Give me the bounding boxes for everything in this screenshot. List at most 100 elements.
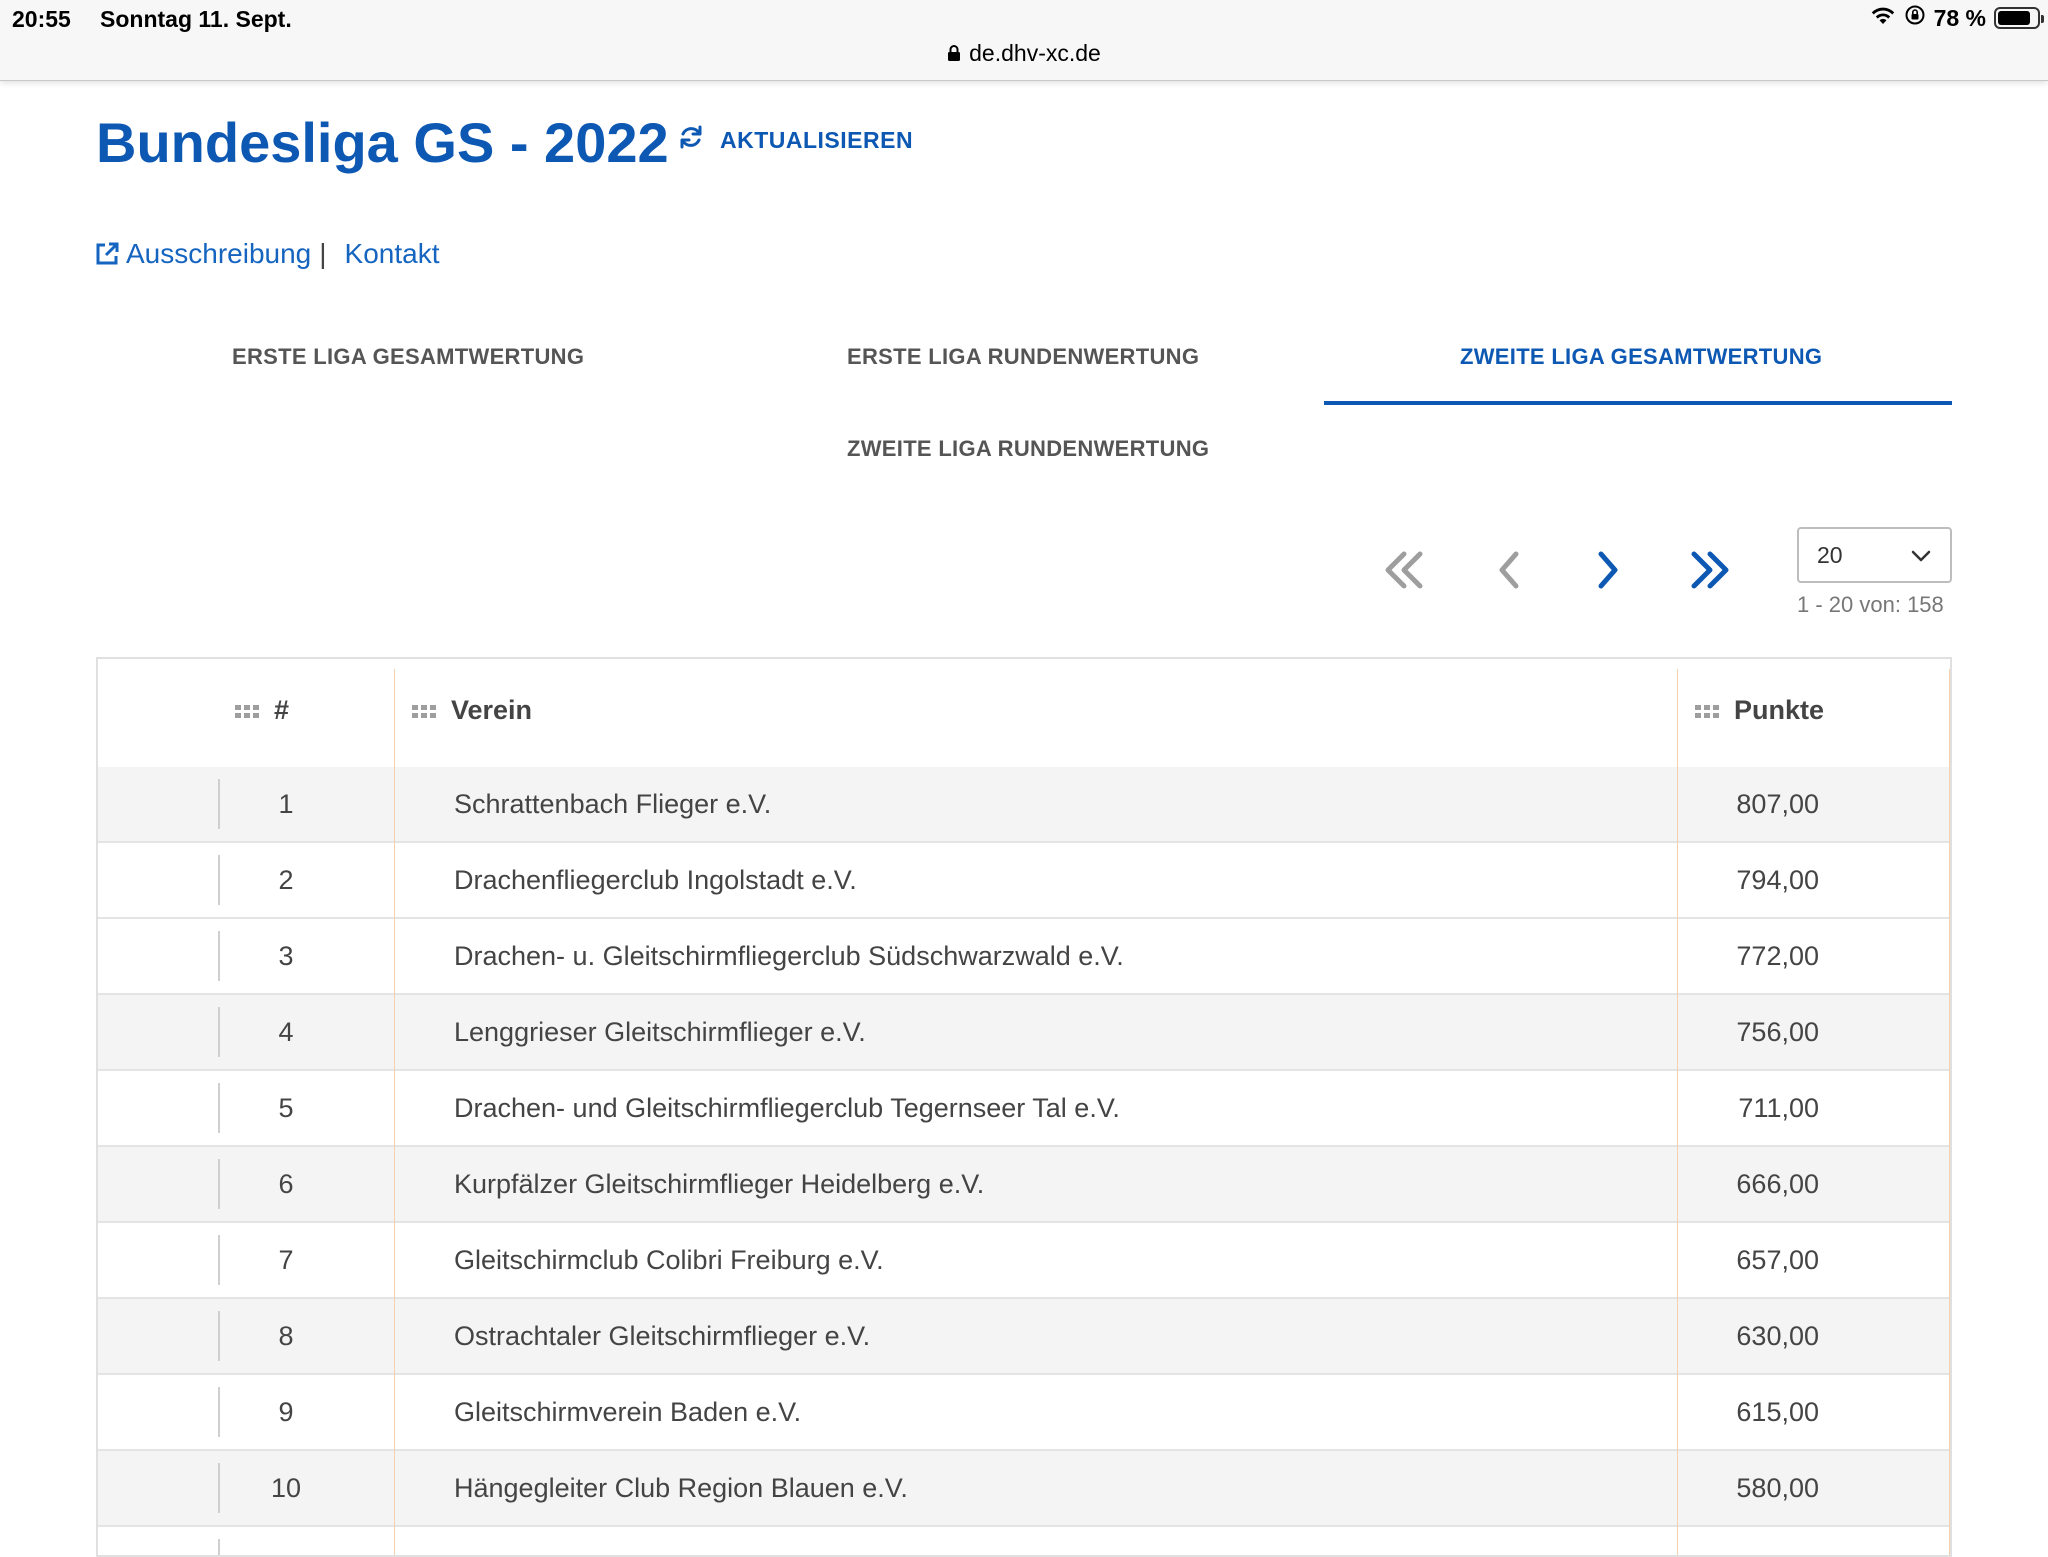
next-page-button[interactable] [1591, 548, 1623, 597]
battery-icon [1994, 7, 2044, 29]
status-indicators: 78 % [1870, 4, 2044, 32]
club-cell: Drachen- und Gleitschirmfliegerclub Tege… [454, 1093, 1120, 1123]
table-row[interactable]: 7 Gleitschirmclub Colibri Freiburg e.V. … [98, 1223, 1950, 1299]
double-chevron-left-icon [1385, 551, 1423, 589]
column-header-points-label: Punkte [1734, 695, 1825, 725]
url-text: de.dhv-xc.de [969, 40, 1101, 66]
rank-cell: 7 [278, 1245, 294, 1275]
orientation-lock-icon [1904, 4, 1926, 32]
previous-page-button[interactable] [1494, 548, 1526, 597]
table-body: 1 Schrattenbach Flieger e.V. 807,00 2 Dr… [98, 767, 1950, 1555]
rank-cell: 8 [278, 1321, 294, 1351]
address-bar[interactable]: de.dhv-xc.de [0, 40, 2048, 68]
status-time: 20:55 [12, 6, 71, 32]
table-row[interactable]: 5 Drachen- und Gleitschirmfliegerclub Te… [98, 1071, 1950, 1147]
table-row[interactable]: 9 Gleitschirmverein Baden e.V. 615,00 [98, 1375, 1950, 1451]
refresh-icon [678, 124, 704, 156]
page-size-select[interactable]: 20 [1797, 527, 1952, 583]
drag-handle-icon[interactable] [234, 703, 260, 719]
column-header-club[interactable]: Verein [411, 695, 532, 726]
page-title: Bundesliga GS - 2022 [96, 111, 669, 174]
refresh-label: AKTUALISIEREN [720, 126, 914, 153]
contact-link[interactable]: Kontakt [345, 238, 440, 270]
rank-cell: 9 [278, 1397, 294, 1427]
column-divider [394, 669, 395, 767]
table-row-partial[interactable] [98, 1527, 1950, 1555]
row-handle [218, 1311, 220, 1361]
row-handle [218, 1539, 220, 1555]
row-handle [218, 1159, 220, 1209]
row-handle [218, 1083, 220, 1133]
rank-cell: 10 [270, 1473, 302, 1503]
tab-zweite-liga-gesamtwertung[interactable]: ZWEITE LIGA GESAMTWERTUNG [1460, 344, 1822, 370]
table-row[interactable]: 10 Hängegleiter Club Region Blauen e.V. … [98, 1451, 1950, 1527]
lock-icon [947, 41, 961, 68]
tab-erste-liga-rundenwertung[interactable]: ERSTE LIGA RUNDENWERTUNG [847, 344, 1199, 370]
chevron-down-icon [1910, 542, 1932, 569]
club-cell: Lenggrieser Gleitschirmflieger e.V. [454, 1017, 866, 1047]
row-handle [218, 931, 220, 981]
column-header-club-label: Verein [451, 695, 533, 725]
ranking-table: # Verein Punkte 1 Schrattenbach Flieger … [96, 657, 1952, 1557]
link-separator: | [319, 238, 327, 269]
table-row[interactable]: 2 Drachenfliegerclub Ingolstadt e.V. 794… [98, 843, 1950, 919]
club-cell: Drachen- u. Gleitschirmfliegerclub Südsc… [454, 941, 1124, 971]
row-handle [218, 779, 220, 829]
rank-cell: 3 [278, 941, 294, 971]
table-row[interactable]: 4 Lenggrieser Gleitschirmflieger e.V. 75… [98, 995, 1950, 1071]
table-row[interactable]: 6 Kurpfälzer Gleitschirmflieger Heidelbe… [98, 1147, 1950, 1223]
club-cell: Drachenfliegerclub Ingolstadt e.V. [454, 865, 857, 895]
column-header-rank[interactable]: # [234, 695, 289, 726]
club-cell: Gleitschirmverein Baden e.V. [454, 1397, 802, 1427]
drag-handle-icon[interactable] [1694, 703, 1720, 719]
status-date: Sonntag 11. Sept. [100, 6, 292, 32]
points-cell: 807,00 [1736, 789, 1819, 819]
column-header-points[interactable]: Punkte [1694, 695, 1824, 726]
announcement-link[interactable]: Ausschreibung [126, 238, 311, 270]
tab-zweite-liga-rundenwertung[interactable]: ZWEITE LIGA RUNDENWERTUNG [847, 436, 1209, 462]
column-divider [1677, 669, 1678, 767]
points-cell: 630,00 [1736, 1321, 1819, 1351]
chevron-right-icon [1598, 551, 1618, 589]
club-cell: Kurpfälzer Gleitschirmflieger Heidelberg… [454, 1169, 985, 1199]
rank-cell: 1 [278, 789, 294, 819]
row-handle [218, 1235, 220, 1285]
drag-handle-icon[interactable] [411, 703, 437, 719]
last-page-button[interactable] [1686, 548, 1734, 597]
rank-cell: 2 [278, 865, 294, 895]
points-cell: 794,00 [1736, 865, 1819, 895]
tab-erste-liga-gesamtwertung[interactable]: ERSTE LIGA GESAMTWERTUNG [232, 344, 584, 370]
header-links: Ausschreibung | Kontakt [94, 238, 439, 270]
club-cell: Ostrachtaler Gleitschirmflieger e.V. [454, 1321, 871, 1351]
club-cell: Hängegleiter Club Region Blauen e.V. [454, 1473, 908, 1503]
battery-percent: 78 % [1933, 4, 1986, 31]
pagination-range: 1 - 20 von: 158 [1797, 592, 1944, 617]
club-cell: Schrattenbach Flieger e.V. [454, 789, 772, 819]
points-cell: 756,00 [1736, 1017, 1819, 1047]
club-cell: Gleitschirmclub Colibri Freiburg e.V. [454, 1245, 884, 1275]
active-tab-indicator [1324, 401, 1952, 405]
points-cell: 711,00 [1738, 1093, 1819, 1123]
first-page-button[interactable] [1380, 548, 1428, 597]
rank-cell: 4 [278, 1017, 294, 1047]
column-divider [1949, 669, 1950, 767]
chevron-left-icon [1499, 551, 1519, 589]
rank-cell: 5 [278, 1093, 294, 1123]
table-row[interactable]: 3 Drachen- u. Gleitschirmfliegerclub Süd… [98, 919, 1950, 995]
row-handle [218, 855, 220, 905]
refresh-button[interactable]: AKTUALISIEREN [678, 124, 913, 156]
table-row[interactable]: 1 Schrattenbach Flieger e.V. 807,00 [98, 767, 1950, 843]
points-cell: 666,00 [1736, 1169, 1819, 1199]
row-handle [218, 1463, 220, 1513]
external-link-icon [94, 241, 120, 267]
points-cell: 580,00 [1736, 1473, 1819, 1503]
browser-status-bar: 20:55 Sonntag 11. Sept. 78 % de.dhv-xc.d… [0, 0, 2048, 81]
table-header: # Verein Punkte [98, 659, 1950, 768]
table-row[interactable]: 8 Ostrachtaler Gleitschirmflieger e.V. 6… [98, 1299, 1950, 1375]
row-handle [218, 1387, 220, 1437]
points-cell: 657,00 [1736, 1245, 1819, 1275]
double-chevron-right-icon [1691, 551, 1729, 589]
row-handle [218, 1007, 220, 1057]
wifi-icon [1870, 5, 1896, 32]
points-cell: 615,00 [1736, 1397, 1819, 1427]
